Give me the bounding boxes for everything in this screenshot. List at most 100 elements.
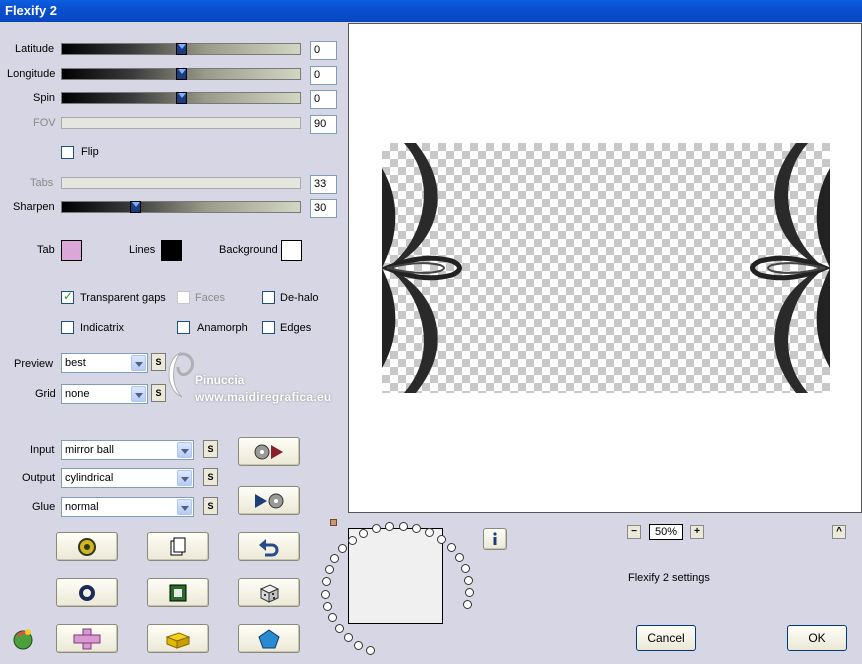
zoom-level: 50% bbox=[649, 524, 683, 540]
navigator-dot[interactable] bbox=[324, 565, 334, 575]
navigator-dot[interactable] bbox=[385, 521, 395, 531]
spin-input[interactable]: 0 bbox=[310, 90, 337, 109]
thumbnail-preview[interactable] bbox=[348, 528, 443, 624]
chevron-down-icon[interactable] bbox=[131, 355, 146, 371]
background-color-swatch[interactable] bbox=[281, 240, 302, 261]
navigator-dot[interactable] bbox=[460, 563, 470, 573]
grid-s-button[interactable]: S bbox=[151, 384, 166, 402]
glue-label: Glue bbox=[32, 501, 56, 513]
preview-s-button[interactable]: S bbox=[151, 353, 166, 371]
zoom-out-button[interactable]: − bbox=[627, 525, 641, 539]
navigator-dot[interactable] bbox=[327, 613, 337, 623]
fov-slider bbox=[61, 117, 301, 129]
chevron-down-icon[interactable] bbox=[131, 386, 146, 402]
pink-cross-icon bbox=[73, 628, 101, 649]
transparent-gaps-checkbox[interactable]: ✓ bbox=[61, 289, 74, 304]
latitude-slider-thumb[interactable] bbox=[176, 43, 187, 55]
preview-canvas[interactable] bbox=[348, 23, 862, 513]
edges-label: Edges bbox=[280, 322, 312, 334]
ok-button[interactable]: OK bbox=[787, 625, 847, 651]
navigator-dot[interactable] bbox=[354, 640, 364, 650]
glue-s-button[interactable]: S bbox=[203, 497, 218, 515]
input-s-button[interactable]: S bbox=[203, 440, 218, 458]
indicatrix-label: Indicatrix bbox=[80, 322, 125, 334]
chevron-down-icon[interactable] bbox=[177, 470, 192, 486]
longitude-label: Longitude bbox=[7, 68, 56, 80]
navigator-dot[interactable] bbox=[323, 601, 333, 611]
play-backward-button[interactable] bbox=[238, 486, 300, 515]
navigator-dot[interactable] bbox=[321, 577, 331, 587]
navigator-dot[interactable] bbox=[454, 552, 464, 562]
tabs-input: 33 bbox=[310, 175, 337, 194]
output-select[interactable]: cylindrical bbox=[61, 468, 194, 488]
cancel-button[interactable]: Cancel bbox=[636, 625, 696, 651]
glue-select-value: normal bbox=[65, 501, 99, 513]
square-icon bbox=[169, 584, 187, 601]
navigator-dot[interactable] bbox=[464, 587, 474, 597]
spin-slider[interactable] bbox=[61, 92, 301, 104]
navigator-dot[interactable] bbox=[412, 523, 422, 533]
zoom-in-button[interactable]: + bbox=[690, 525, 704, 539]
longitude-slider-thumb[interactable] bbox=[176, 68, 187, 80]
random-button[interactable] bbox=[56, 532, 118, 561]
navigator-dot[interactable] bbox=[330, 554, 340, 564]
de-halo-checkbox[interactable] bbox=[262, 291, 275, 304]
longitude-slider[interactable] bbox=[61, 68, 301, 80]
grid-select-value: none bbox=[65, 388, 90, 400]
chevron-down-icon[interactable] bbox=[177, 499, 192, 515]
tab-color-swatch[interactable] bbox=[61, 240, 82, 261]
indicatrix-checkbox[interactable] bbox=[61, 321, 74, 334]
grid-label: Grid bbox=[35, 388, 56, 400]
navigator-dot[interactable] bbox=[398, 521, 408, 531]
chevron-down-icon[interactable] bbox=[177, 442, 192, 458]
navigator-dot[interactable] bbox=[321, 589, 331, 599]
play-forward-button[interactable] bbox=[238, 437, 300, 466]
navigator-dot[interactable] bbox=[463, 600, 473, 610]
sharpen-slider[interactable] bbox=[61, 201, 301, 213]
output-s-button[interactable]: S bbox=[203, 468, 218, 486]
navigator-dot[interactable] bbox=[436, 534, 446, 544]
output-label: Output bbox=[22, 472, 56, 484]
longitude-input[interactable]: 0 bbox=[310, 66, 337, 85]
spin-slider-thumb[interactable] bbox=[176, 92, 187, 104]
lines-color-swatch[interactable] bbox=[161, 240, 182, 261]
preview-select[interactable]: best bbox=[61, 353, 148, 373]
copy-button[interactable] bbox=[147, 532, 209, 561]
sharpen-input[interactable]: 30 bbox=[310, 199, 337, 218]
de-halo-label: De-halo bbox=[280, 292, 319, 304]
dice-button[interactable] bbox=[238, 578, 300, 607]
square-button[interactable] bbox=[147, 578, 209, 607]
navigator-dot[interactable] bbox=[371, 524, 381, 534]
latitude-slider[interactable] bbox=[61, 43, 301, 55]
navigator-handle[interactable] bbox=[330, 519, 337, 526]
navigator-dot[interactable] bbox=[338, 544, 348, 554]
latitude-input[interactable]: 0 bbox=[310, 41, 337, 60]
sharpen-slider-thumb[interactable] bbox=[130, 201, 141, 213]
brick-button[interactable] bbox=[147, 624, 209, 653]
ring-button[interactable] bbox=[56, 578, 118, 607]
navigator-dot[interactable] bbox=[343, 633, 353, 643]
info-icon bbox=[493, 532, 497, 545]
tab-color-label: Tab bbox=[37, 244, 55, 256]
glue-select[interactable]: normal bbox=[61, 497, 194, 517]
anamorph-checkbox[interactable] bbox=[177, 321, 190, 334]
navigator-dot[interactable] bbox=[366, 646, 376, 656]
preview-label: Preview bbox=[14, 358, 54, 370]
grid-select[interactable]: none bbox=[61, 384, 148, 404]
navigator-dot[interactable] bbox=[446, 542, 456, 552]
undo-button[interactable] bbox=[238, 532, 300, 561]
status-text: Flexify 2 settings bbox=[628, 572, 710, 584]
navigator-dot[interactable] bbox=[464, 575, 474, 585]
flip-checkbox[interactable] bbox=[61, 146, 74, 159]
collapse-button[interactable]: ^ bbox=[832, 525, 846, 539]
info-button[interactable] bbox=[483, 528, 507, 550]
navigator-dot[interactable] bbox=[334, 623, 344, 633]
cross-button[interactable] bbox=[56, 624, 118, 653]
preview-select-value: best bbox=[65, 357, 86, 369]
copy-page-icon bbox=[170, 537, 186, 555]
edges-checkbox[interactable] bbox=[262, 321, 275, 334]
input-select[interactable]: mirror ball bbox=[61, 440, 194, 460]
pentagon-button[interactable] bbox=[238, 624, 300, 653]
navigator-dot[interactable] bbox=[347, 535, 357, 545]
sharpen-label: Sharpen bbox=[13, 201, 55, 213]
